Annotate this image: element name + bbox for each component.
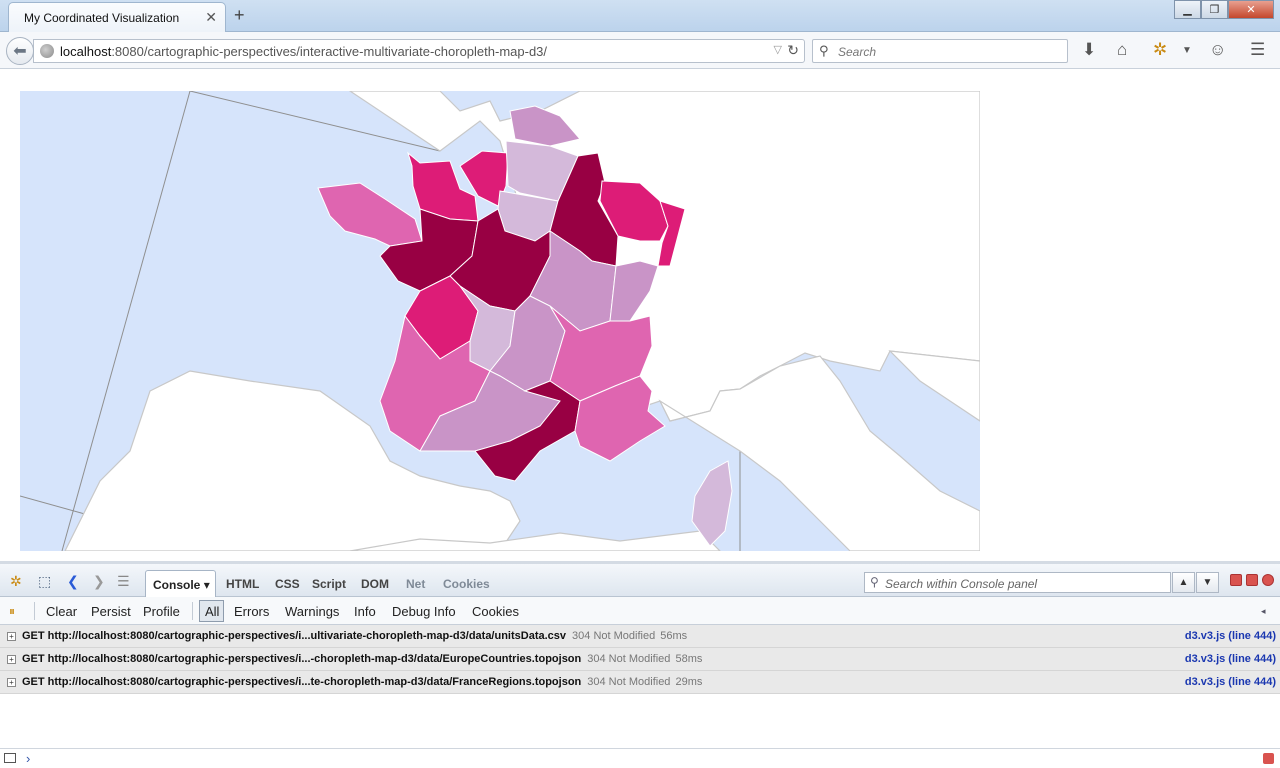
log-time: 29ms bbox=[675, 676, 703, 688]
filter-all[interactable]: All bbox=[199, 600, 224, 622]
navigation-bar: localhost:8080/cartographic-perspectives… bbox=[0, 32, 1280, 69]
log-row[interactable]: + GET http://localhost:8080/cartographic-… bbox=[0, 625, 1280, 648]
log-row[interactable]: + GET http://localhost:8080/cartographic-… bbox=[0, 671, 1280, 694]
log-source-link[interactable]: d3.v3.js (line 444) bbox=[1185, 653, 1276, 665]
separator bbox=[192, 602, 193, 620]
url-text: localhost:8080/cartographic-perspectives… bbox=[60, 44, 547, 59]
tab-html[interactable]: HTML bbox=[226, 577, 259, 591]
log-row[interactable]: + GET http://localhost:8080/cartographic-… bbox=[0, 648, 1280, 671]
filter-debug-info[interactable]: Debug Info bbox=[392, 604, 456, 619]
log-request: GET http://localhost:8080/cartographic-p… bbox=[22, 653, 702, 665]
prev-icon[interactable]: ❮ bbox=[67, 573, 79, 590]
tab-dom[interactable]: DOM bbox=[361, 577, 389, 591]
break-on-error-icon[interactable]: ⏸ bbox=[9, 604, 15, 619]
firebug-toolbar: ✲ ⬚ ❮ ❯ ☰ Console ▾ HTML CSS Script DOM … bbox=[0, 564, 1280, 597]
error-indicator-icon[interactable] bbox=[1263, 753, 1274, 764]
firebug-minimize-icon[interactable] bbox=[1230, 574, 1242, 586]
log-request: GET http://localhost:8080/cartographic-p… bbox=[22, 676, 702, 688]
clear-button[interactable]: Clear bbox=[46, 604, 77, 619]
url-host: localhost bbox=[60, 44, 112, 59]
log-time: 58ms bbox=[675, 653, 703, 665]
log-source-link[interactable]: d3.v3.js (line 444) bbox=[1185, 630, 1276, 642]
search-placeholder: Search bbox=[838, 45, 877, 59]
filter-info[interactable]: Info bbox=[354, 604, 376, 619]
firebug-close-icon[interactable] bbox=[1262, 574, 1274, 586]
close-window-button[interactable]: ✕ bbox=[1228, 0, 1274, 19]
menu-icon[interactable]: ☰ bbox=[1250, 40, 1265, 60]
firebug-icon[interactable]: ✲ bbox=[1153, 40, 1167, 60]
smiley-icon[interactable]: ☺ bbox=[1209, 40, 1226, 60]
tab-console[interactable]: Console ▾ bbox=[145, 570, 216, 597]
expand-icon[interactable]: + bbox=[7, 678, 16, 687]
command-editor-icon[interactable]: ☰ bbox=[117, 573, 130, 590]
back-arrow-icon: ⬅ bbox=[13, 43, 27, 60]
download-icon[interactable]: ⬇ bbox=[1082, 40, 1096, 60]
command-prompt: › bbox=[26, 751, 31, 766]
expand-icon[interactable]: + bbox=[7, 655, 16, 664]
search-icon: ⚲ bbox=[819, 43, 829, 58]
console-search-placeholder: Search within Console panel bbox=[885, 577, 1038, 591]
next-icon[interactable]: ❯ bbox=[93, 573, 105, 590]
filter-warnings[interactable]: Warnings bbox=[285, 604, 339, 619]
log-time: 56ms bbox=[660, 630, 688, 642]
new-tab-icon[interactable]: + bbox=[234, 5, 245, 26]
log-request-url: GET http://localhost:8080/cartographic-p… bbox=[22, 676, 582, 688]
choropleth-map bbox=[20, 91, 980, 551]
log-request-url: GET http://localhost:8080/cartographic-p… bbox=[22, 653, 582, 665]
search-prev-button[interactable]: ▲ bbox=[1172, 572, 1195, 593]
tab-cookies[interactable]: Cookies bbox=[443, 577, 490, 591]
firebug-detach-icon[interactable] bbox=[1246, 574, 1258, 586]
back-button[interactable]: ⬅ bbox=[6, 37, 34, 65]
expand-icon[interactable]: + bbox=[7, 632, 16, 641]
dropdown-icon: ▾ bbox=[203, 578, 210, 592]
log-request: GET http://localhost:8080/cartographic-p… bbox=[22, 630, 687, 642]
tab-net[interactable]: Net bbox=[406, 577, 425, 591]
url-bar[interactable]: localhost:8080/cartographic-perspectives… bbox=[33, 39, 805, 63]
tab-script[interactable]: Script bbox=[312, 577, 346, 591]
close-tab-icon[interactable]: ✕ bbox=[205, 9, 217, 26]
command-line[interactable]: › bbox=[0, 748, 1280, 768]
reload-icon[interactable]: ↻ bbox=[787, 42, 799, 59]
console-search-input[interactable]: ⚲ Search within Console panel bbox=[864, 572, 1171, 593]
search-next-button[interactable]: ▼ bbox=[1196, 572, 1219, 593]
persist-button[interactable]: Persist bbox=[91, 604, 131, 619]
console-filter-bar: ⏸ Clear Persist Profile All Errors Warni… bbox=[0, 597, 1280, 625]
collapse-icon[interactable]: ◂ bbox=[1261, 606, 1266, 617]
search-icon: ⚲ bbox=[870, 575, 879, 589]
window-controls: ▁ ❐ ✕ bbox=[1174, 0, 1274, 20]
browser-tab[interactable]: My Coordinated Visualization ✕ bbox=[8, 2, 226, 32]
firebug-panel: ✲ ⬚ ❮ ❯ ☰ Console ▾ HTML CSS Script DOM … bbox=[0, 561, 1280, 768]
log-status: 304 Not Modified bbox=[572, 630, 656, 642]
log-status: 304 Not Modified bbox=[587, 676, 671, 688]
url-path: :8080/cartographic-perspectives/interact… bbox=[111, 44, 548, 59]
globe-icon bbox=[40, 44, 54, 58]
filter-errors[interactable]: Errors bbox=[234, 604, 269, 619]
inspect-icon[interactable]: ⬚ bbox=[38, 573, 51, 590]
profile-button[interactable]: Profile bbox=[143, 604, 180, 619]
tab-console-label: Console bbox=[153, 578, 201, 592]
tab-strip: My Coordinated Visualization ✕ + ▁ ❐ ✕ bbox=[0, 0, 1280, 32]
log-request-url: GET http://localhost:8080/cartographic-p… bbox=[22, 630, 567, 642]
minimize-button[interactable]: ▁ bbox=[1174, 0, 1201, 19]
command-line-icon[interactable] bbox=[4, 753, 16, 763]
separator bbox=[34, 602, 35, 620]
console-log-list: + GET http://localhost:8080/cartographic-… bbox=[0, 625, 1280, 694]
url-dropdown-icon[interactable]: ▽ bbox=[774, 43, 782, 56]
filter-cookies[interactable]: Cookies bbox=[472, 604, 519, 619]
tab-title: My Coordinated Visualization bbox=[24, 11, 180, 25]
firebug-menu-icon[interactable]: ▼ bbox=[1182, 45, 1192, 56]
log-source-link[interactable]: d3.v3.js (line 444) bbox=[1185, 676, 1276, 688]
tab-css[interactable]: CSS bbox=[275, 577, 300, 591]
firebug-logo-icon[interactable]: ✲ bbox=[10, 573, 22, 590]
log-status: 304 Not Modified bbox=[587, 653, 671, 665]
home-icon[interactable]: ⌂ bbox=[1117, 40, 1127, 60]
restore-button[interactable]: ❐ bbox=[1201, 0, 1228, 19]
search-bar[interactable]: ⚲ Search bbox=[812, 39, 1068, 63]
